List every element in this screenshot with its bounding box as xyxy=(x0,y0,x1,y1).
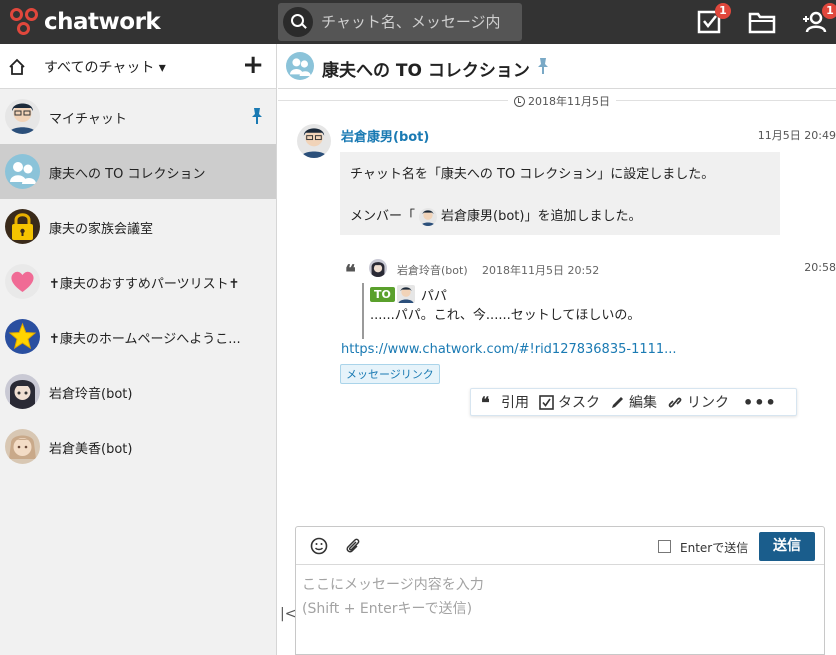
message-input[interactable]: ここにメッセージ内容を入力 (Shift + Enterキーで送信) xyxy=(302,573,812,621)
quote-author-avatar xyxy=(369,259,387,277)
to-avatar xyxy=(396,285,415,303)
room-name: 康夫への TO コレクション xyxy=(49,167,206,182)
app-logo[interactable]: chatwork xyxy=(8,6,161,38)
home-icon[interactable] xyxy=(8,58,26,76)
date-text: 2018年11月5日 xyxy=(528,95,610,108)
heart-avatar xyxy=(5,264,40,299)
star-avatar xyxy=(5,319,40,354)
task-badge: 1 xyxy=(715,3,731,19)
to-line: TO パパ xyxy=(370,283,722,305)
quote-button[interactable]: ❝ 引用 xyxy=(481,392,529,412)
search-box[interactable] xyxy=(278,3,522,41)
member-avatar xyxy=(419,207,438,226)
room-item-active[interactable]: 康夫への TO コレクション xyxy=(0,144,276,199)
room-item[interactable]: 岩倉玲音(bot) xyxy=(0,364,276,419)
group-avatar xyxy=(286,52,314,80)
message-timeline[interactable]: 2018年11月5日 岩倉康男(bot) 11月5日 20:49 チャット名を「… xyxy=(278,90,836,524)
task-action-icon xyxy=(539,394,554,410)
to-badge: TO xyxy=(370,286,395,302)
room-item[interactable]: ✝康夫のおすすめパーツリスト✝ xyxy=(0,254,276,309)
svg-text:❝: ❝ xyxy=(481,395,490,409)
pin-icon[interactable] xyxy=(536,57,550,75)
send-button[interactable]: 送信 xyxy=(759,532,815,561)
to-name: パパ xyxy=(420,288,447,304)
girl-avatar xyxy=(5,374,40,409)
group-avatar xyxy=(5,154,40,189)
quote-block: TO パパ ......パパ。これ、今......セットしてほしいの。 xyxy=(362,283,722,339)
chatwork-logo-icon xyxy=(8,6,42,38)
chat-title: 康夫への TO コレクション xyxy=(322,61,530,81)
task-button[interactable]: タスク xyxy=(539,392,600,412)
room-name: 岩倉美香(bot) xyxy=(49,442,133,457)
lock-avatar xyxy=(5,209,40,244)
quote-text: ......パパ。これ、今......セットしてほしいの。 xyxy=(370,308,641,323)
emoji-icon[interactable] xyxy=(310,537,328,555)
date-label: 2018年11月5日 xyxy=(508,93,616,109)
sender-avatar[interactable] xyxy=(297,124,331,158)
link-label: リンク xyxy=(687,395,729,411)
contact-badge: 1 xyxy=(822,3,836,19)
top-bar: chatwork 1 1 xyxy=(0,0,836,44)
add-chat-button[interactable]: + xyxy=(242,52,264,78)
paperclip-icon[interactable] xyxy=(344,537,362,555)
collapse-sidebar-icon[interactable]: |< xyxy=(280,606,296,622)
room-item[interactable]: 岩倉美香(bot) xyxy=(0,419,276,474)
pin-icon[interactable] xyxy=(250,107,264,125)
composer-toolbar: Enterで送信 送信 xyxy=(296,527,824,565)
system-message: チャット名を「康夫への TO コレクション」に設定しました。 メンバー「 岩倉康… xyxy=(340,152,780,235)
room-name: ✝康夫のホームページへようこ... xyxy=(49,332,241,347)
quote-label: 引用 xyxy=(501,395,529,411)
room-item[interactable]: マイチャット xyxy=(0,89,276,144)
message-text: 岩倉康男(bot)」を追加しました。 xyxy=(441,209,642,224)
contact-button[interactable]: 1 xyxy=(802,3,836,36)
message-link[interactable]: https://www.chatwork.com/#!rid127836835-… xyxy=(341,342,677,357)
sender-name[interactable]: 岩倉康男(bot) xyxy=(341,126,429,145)
message-text: メンバー「 xyxy=(350,209,416,224)
quote-action-icon: ❝ xyxy=(481,395,490,409)
sidebar-header: すべてのチャット ▾ + xyxy=(0,44,276,89)
folder-icon xyxy=(748,12,776,34)
message-composer: Enterで送信 送信 ここにメッセージ内容を入力 (Shift + Enter… xyxy=(295,526,825,655)
message-action-bar: ❝ 引用 タスク 編集 リンク ••• xyxy=(470,388,797,416)
edit-button[interactable]: 編集 xyxy=(610,392,657,412)
message-link-tag[interactable]: メッセージリンク xyxy=(340,364,440,384)
enter-to-send-label[interactable]: Enterで送信 xyxy=(680,539,748,556)
pencil-icon xyxy=(612,396,623,408)
task-label: タスク xyxy=(558,395,600,411)
search-icon[interactable] xyxy=(283,7,313,37)
logo-text: chatwork xyxy=(44,9,161,35)
room-name: 岩倉玲音(bot) xyxy=(49,387,133,402)
room-name: マイチャット xyxy=(49,112,127,127)
chat-header: 康夫への TO コレクション xyxy=(278,44,836,89)
woman-avatar xyxy=(5,429,40,464)
room-name: ✝康夫のおすすめパーツリスト✝ xyxy=(49,277,240,292)
room-name: 康夫の家族会議室 xyxy=(49,222,154,237)
quote-author: 岩倉玲音(bot) xyxy=(397,264,468,277)
link-icon xyxy=(668,397,682,407)
room-item[interactable]: 康夫の家族会議室 xyxy=(0,199,276,254)
message-time: 20:58 xyxy=(804,261,836,274)
room-item[interactable]: ✝康夫のホームページへようこ... xyxy=(0,309,276,364)
enter-to-send-checkbox[interactable] xyxy=(658,540,671,553)
message-line: メンバー「 岩倉康男(bot)」を追加しました。 xyxy=(350,206,770,227)
clock-icon xyxy=(514,95,525,107)
man-avatar xyxy=(5,99,40,134)
task-button[interactable]: 1 xyxy=(697,3,731,36)
file-button[interactable] xyxy=(748,8,778,36)
chat-filter-dropdown[interactable]: すべてのチャット ▾ xyxy=(44,57,166,77)
quote-icon: ❝ xyxy=(345,260,356,284)
search-input[interactable] xyxy=(321,13,521,31)
edit-label: 編集 xyxy=(629,395,657,411)
more-button[interactable]: ••• xyxy=(743,393,777,412)
sidebar: すべてのチャット ▾ + マイチャット 康夫への TO コレクション 康夫の家族… xyxy=(0,44,277,655)
quote-date: 2018年11月5日 20:52 xyxy=(482,264,600,277)
message-time: 11月5日 20:49 xyxy=(757,129,836,142)
link-button[interactable]: リンク xyxy=(667,392,729,412)
message-line: チャット名を「康夫への TO コレクション」に設定しました。 xyxy=(350,167,715,182)
